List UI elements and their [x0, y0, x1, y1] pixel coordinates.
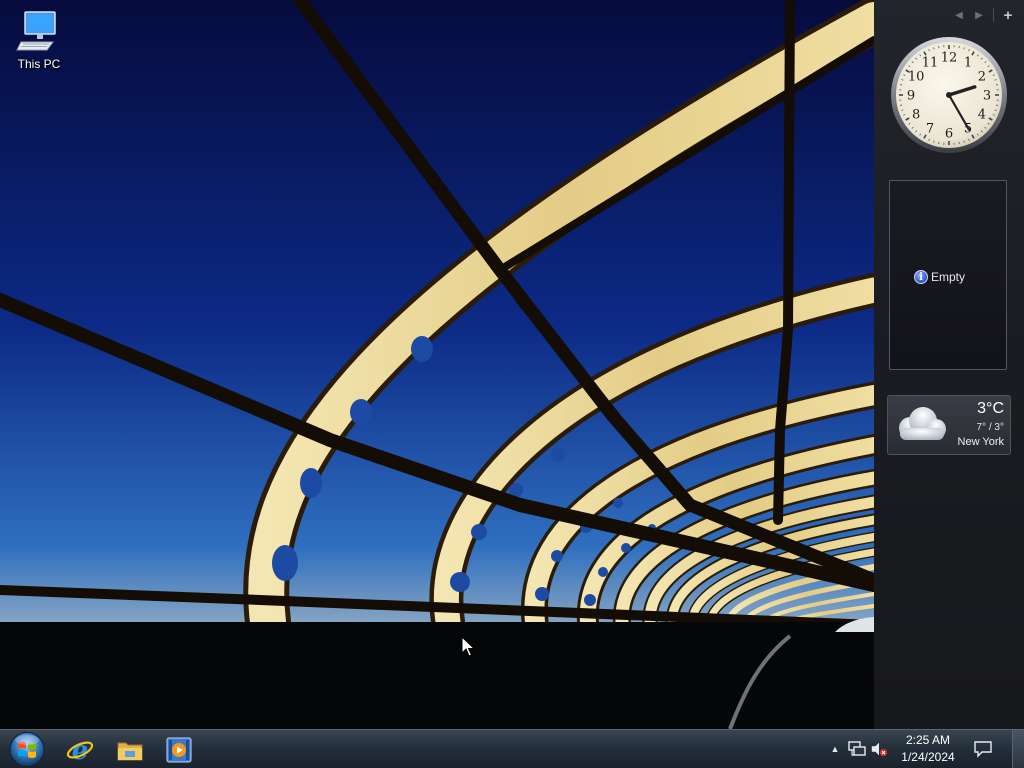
cloudy-icon: [890, 400, 950, 448]
arrow-left-icon[interactable]: ◀: [951, 7, 967, 23]
taskbar-media-player[interactable]: [160, 733, 198, 766]
weather-city: New York: [957, 436, 1004, 448]
chevron-up-icon[interactable]: ▲: [826, 740, 844, 758]
clock-numeral: 11: [922, 56, 939, 71]
volume-muted-icon[interactable]: [870, 740, 888, 758]
gadget-sidebar: ◀ ▶ + 121234567891011: [874, 0, 1024, 729]
clock-numeral: 7: [926, 121, 934, 136]
clock-gadget[interactable]: 121234567891011: [888, 34, 1010, 156]
clock-numeral: 9: [907, 89, 915, 104]
svg-text:e: e: [72, 736, 89, 764]
clock-numeral: 2: [978, 70, 986, 85]
desktop-icon-label: This PC: [17, 57, 61, 71]
action-center-icon[interactable]: [972, 739, 994, 759]
clock-numeral: 1: [964, 56, 972, 71]
computer-monitor-icon: [15, 8, 63, 54]
weather-high-low: 7° / 3°: [976, 422, 1004, 433]
taskbar-internet-explorer[interactable]: e: [61, 733, 99, 766]
clock-numeral: 8: [912, 108, 920, 123]
taskbar-date: 1/24/2024: [901, 750, 955, 764]
clock-numeral: 3: [983, 89, 991, 104]
feed-empty-message: i Empty: [914, 270, 965, 284]
internet-explorer-icon: e: [66, 736, 94, 764]
sidebar-navigation: ◀ ▶ +: [951, 6, 1016, 24]
clock-numeral: 6: [945, 127, 953, 142]
bridge-wallpaper-image: [0, 0, 1024, 729]
clock-numeral: 12: [941, 51, 958, 66]
arrow-right-icon[interactable]: ▶: [971, 7, 987, 23]
taskbar-time: 2:25 AM: [905, 733, 951, 747]
taskbar: e ▲ 2:25 AM 1/24/2024: [0, 729, 1024, 768]
sidebar-nav-divider: [993, 8, 994, 22]
clock-numeral: 10: [908, 70, 925, 85]
start-button[interactable]: [7, 731, 47, 768]
desktop-icon-this-pc[interactable]: This PC: [8, 8, 70, 78]
weather-gadget[interactable]: 3°C 7° / 3° New York: [887, 395, 1011, 455]
windows-start-orb-icon: [9, 732, 45, 767]
clock-numeral: 4: [978, 108, 986, 123]
system-tray: ▲ 2:25 AM 1/24/2024: [824, 730, 1024, 768]
analog-clock-face: 121234567891011: [891, 37, 1007, 153]
media-player-icon: [166, 737, 192, 762]
mouse-cursor-icon: [461, 636, 475, 657]
show-desktop-button[interactable]: [1012, 730, 1024, 768]
desktop-wallpaper: [0, 0, 1024, 729]
network-icon[interactable]: [848, 740, 866, 758]
taskbar-clock[interactable]: 2:25 AM 1/24/2024: [892, 732, 964, 766]
feed-headlines-gadget[interactable]: i Empty: [889, 180, 1007, 370]
feed-empty-text: Empty: [931, 270, 966, 284]
info-icon: i: [914, 270, 928, 284]
taskbar-file-explorer[interactable]: [111, 733, 149, 766]
plus-icon[interactable]: +: [1000, 7, 1016, 24]
weather-temperature: 3°C: [977, 400, 1004, 417]
folder-icon: [117, 742, 143, 760]
